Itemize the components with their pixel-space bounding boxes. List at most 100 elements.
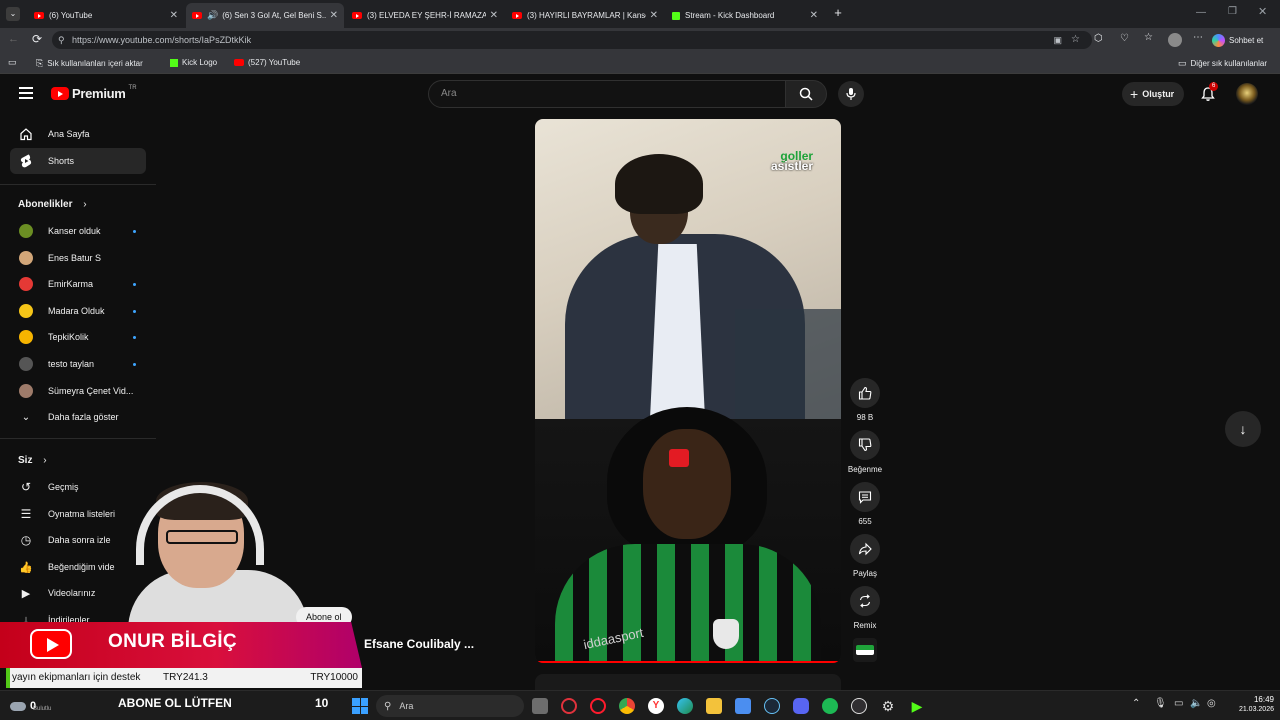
tab-actions-chevron-icon[interactable]: ⌄ — [6, 7, 20, 21]
watermark-bottom: asistler — [771, 159, 814, 173]
sidebar-item-label: Daha fazla göster — [48, 412, 119, 422]
steam-icon[interactable] — [764, 698, 780, 714]
youtube-premium-logo[interactable]: Premium TR — [51, 85, 137, 101]
sidebar-item-subscription[interactable]: Madara Olduk — [10, 298, 146, 324]
close-tab-icon[interactable]: ✕ — [490, 10, 498, 21]
glasses-icon — [166, 530, 238, 544]
subscriptions-header[interactable]: Abonelikler › — [18, 199, 87, 210]
opera-gx-icon[interactable] — [561, 698, 577, 714]
microsoft-store-icon[interactable] — [735, 698, 751, 714]
sidebar-item-subscription[interactable]: Sümeyra Çenet Vid... — [10, 378, 146, 404]
video-title[interactable]: Efsane Coulibaly ... — [364, 637, 474, 651]
channel-avatar-button[interactable] — [853, 638, 877, 662]
history-icon: ↺ — [20, 480, 32, 494]
search-input[interactable]: Ara — [428, 80, 786, 108]
file-explorer-icon[interactable] — [706, 698, 722, 714]
favorite-star-icon[interactable]: ☆ — [1071, 31, 1080, 49]
close-tab-icon[interactable]: ✕ — [650, 10, 658, 21]
shorts-video-player[interactable]: goller asistler iddaasport — [535, 119, 841, 663]
hamburger-menu-icon[interactable] — [19, 87, 33, 99]
search-button[interactable] — [785, 80, 827, 108]
bookmark-youtube[interactable]: (527) YouTube — [234, 58, 300, 67]
restore-button[interactable]: ❐ — [1228, 6, 1237, 17]
tray-volume-icon[interactable]: 🔈 — [1190, 698, 1202, 709]
more-menu-icon[interactable]: ⋯ — [1193, 32, 1203, 43]
spotify-icon[interactable] — [822, 698, 838, 714]
donation-goal-progress — [6, 668, 10, 688]
voice-search-button[interactable] — [838, 81, 864, 107]
browser-tab[interactable]: Stream - Kick Dashboard ✕ — [666, 3, 824, 28]
close-tab-icon[interactable]: ✕ — [810, 10, 818, 21]
browser-tab[interactable]: (3) ELVEDA EY ŞEHR-İ RAMAZAN ✕ — [346, 3, 504, 28]
tray-network-icon[interactable]: ◎ — [1207, 698, 1216, 709]
channel-avatar-wrap — [18, 329, 34, 345]
reading-view-icon[interactable]: ▭ — [8, 57, 17, 68]
account-avatar[interactable] — [1236, 83, 1258, 105]
task-view-icon[interactable] — [532, 698, 548, 714]
site-info-icon[interactable]: ⚲ — [58, 31, 65, 49]
obs-icon[interactable] — [851, 698, 867, 714]
chrome-icon[interactable] — [619, 698, 635, 714]
dislike-button[interactable] — [850, 430, 880, 460]
new-content-dot — [133, 229, 136, 233]
remix-button[interactable] — [850, 586, 880, 616]
sidebar-show-more[interactable]: ⌄ Daha fazla göster — [10, 404, 146, 430]
share-button[interactable] — [850, 534, 880, 564]
extensions-icon[interactable]: ⬡ — [1094, 33, 1103, 44]
sidebar-item-subscription[interactable]: EmirKarma — [10, 271, 146, 297]
kick-app-icon[interactable]: ▶ — [909, 698, 925, 714]
sidebar-item-subscription[interactable]: TepkiKolik — [10, 324, 146, 350]
url-input[interactable]: ⚲ https://www.youtube.com/shorts/IaPsZDt… — [52, 31, 1092, 49]
notifications-button[interactable]: 6 — [1200, 82, 1219, 104]
like-button[interactable] — [850, 378, 880, 408]
sidebar-item-subscription[interactable]: Kanser olduk — [10, 218, 146, 244]
remix-label: Remix — [853, 621, 877, 630]
video-progress-bar[interactable] — [535, 661, 841, 663]
clock-time[interactable]: 16:49 — [1230, 695, 1274, 704]
sidebar-item-label: Enes Batur S — [48, 253, 102, 263]
browser-tab[interactable]: (3) HAYIRLI BAYRAMLAR | Kanser... ✕ — [506, 3, 664, 28]
sidebar-item-shorts[interactable]: Shorts — [10, 148, 146, 174]
like-count: 98 B — [856, 413, 874, 422]
next-short-button[interactable]: ↓ — [1225, 411, 1261, 447]
bookmark-import[interactable]: ⎘ Sık kullanılanları içeri aktar — [36, 58, 143, 69]
opera-icon[interactable] — [590, 698, 606, 714]
you-header[interactable]: Siz › — [18, 455, 47, 466]
taskbar-search[interactable]: ⚲ Ara — [376, 695, 524, 717]
browser-essentials-icon[interactable]: ♡ — [1120, 33, 1129, 44]
bookmark-other-folder[interactable]: ▭ Diğer sık kullanılanlar — [1178, 58, 1267, 69]
split-screen-icon[interactable]: ▣ — [1053, 31, 1062, 49]
bookmark-kick-logo[interactable]: Kick Logo — [170, 58, 217, 67]
goller-asistler-logo-icon — [856, 645, 874, 655]
new-tab-button[interactable]: + — [830, 5, 846, 21]
close-window-button[interactable]: ✕ — [1258, 5, 1267, 18]
minimize-button[interactable]: — — [1196, 7, 1206, 18]
refresh-icon[interactable]: ⟳ — [32, 32, 42, 46]
close-tab-icon[interactable]: ✕ — [330, 10, 338, 21]
start-button[interactable] — [352, 698, 368, 714]
profile-avatar[interactable] — [1168, 33, 1182, 47]
sidebar-item-subscription[interactable]: Enes Batur S — [10, 245, 146, 271]
edge-icon[interactable] — [677, 698, 693, 714]
speaker-icon[interactable]: 🔊 — [207, 10, 218, 21]
create-button[interactable]: + Oluştur — [1122, 82, 1185, 106]
sidebar-item-home[interactable]: Ana Sayfa — [10, 121, 146, 147]
favorites-icon[interactable]: ☆ — [1144, 32, 1153, 43]
tray-overflow-chevron-icon[interactable]: ⌃ — [1132, 698, 1140, 709]
sidebar-item-subscription[interactable]: testo taylan — [10, 351, 146, 377]
comments-button[interactable] — [850, 482, 880, 512]
settings-gear-icon[interactable]: ⚙ — [880, 698, 896, 714]
discord-icon[interactable] — [793, 698, 809, 714]
browser-tab[interactable]: (6) YouTube ✕ — [28, 3, 184, 28]
red-like-marker-icon — [669, 449, 689, 467]
copilot-button[interactable]: Sohbet et — [1212, 31, 1263, 49]
sidebar-item-label: Kanser olduk — [48, 226, 101, 236]
comment-icon — [858, 491, 872, 504]
back-arrow-icon[interactable]: ← — [8, 33, 19, 45]
browser-tab-active[interactable]: 🔊 (6) Sen 3 Gol At, Gel Beni S... ✕ — [186, 3, 344, 28]
tray-mic-icon[interactable]: 🎙 — [1154, 698, 1167, 709]
clock-date[interactable]: 21.03.2026 — [1224, 706, 1274, 713]
close-tab-icon[interactable]: ✕ — [170, 10, 178, 21]
tray-display-icon[interactable]: ▭ — [1174, 698, 1183, 709]
yandex-icon[interactable]: Y — [648, 698, 664, 714]
